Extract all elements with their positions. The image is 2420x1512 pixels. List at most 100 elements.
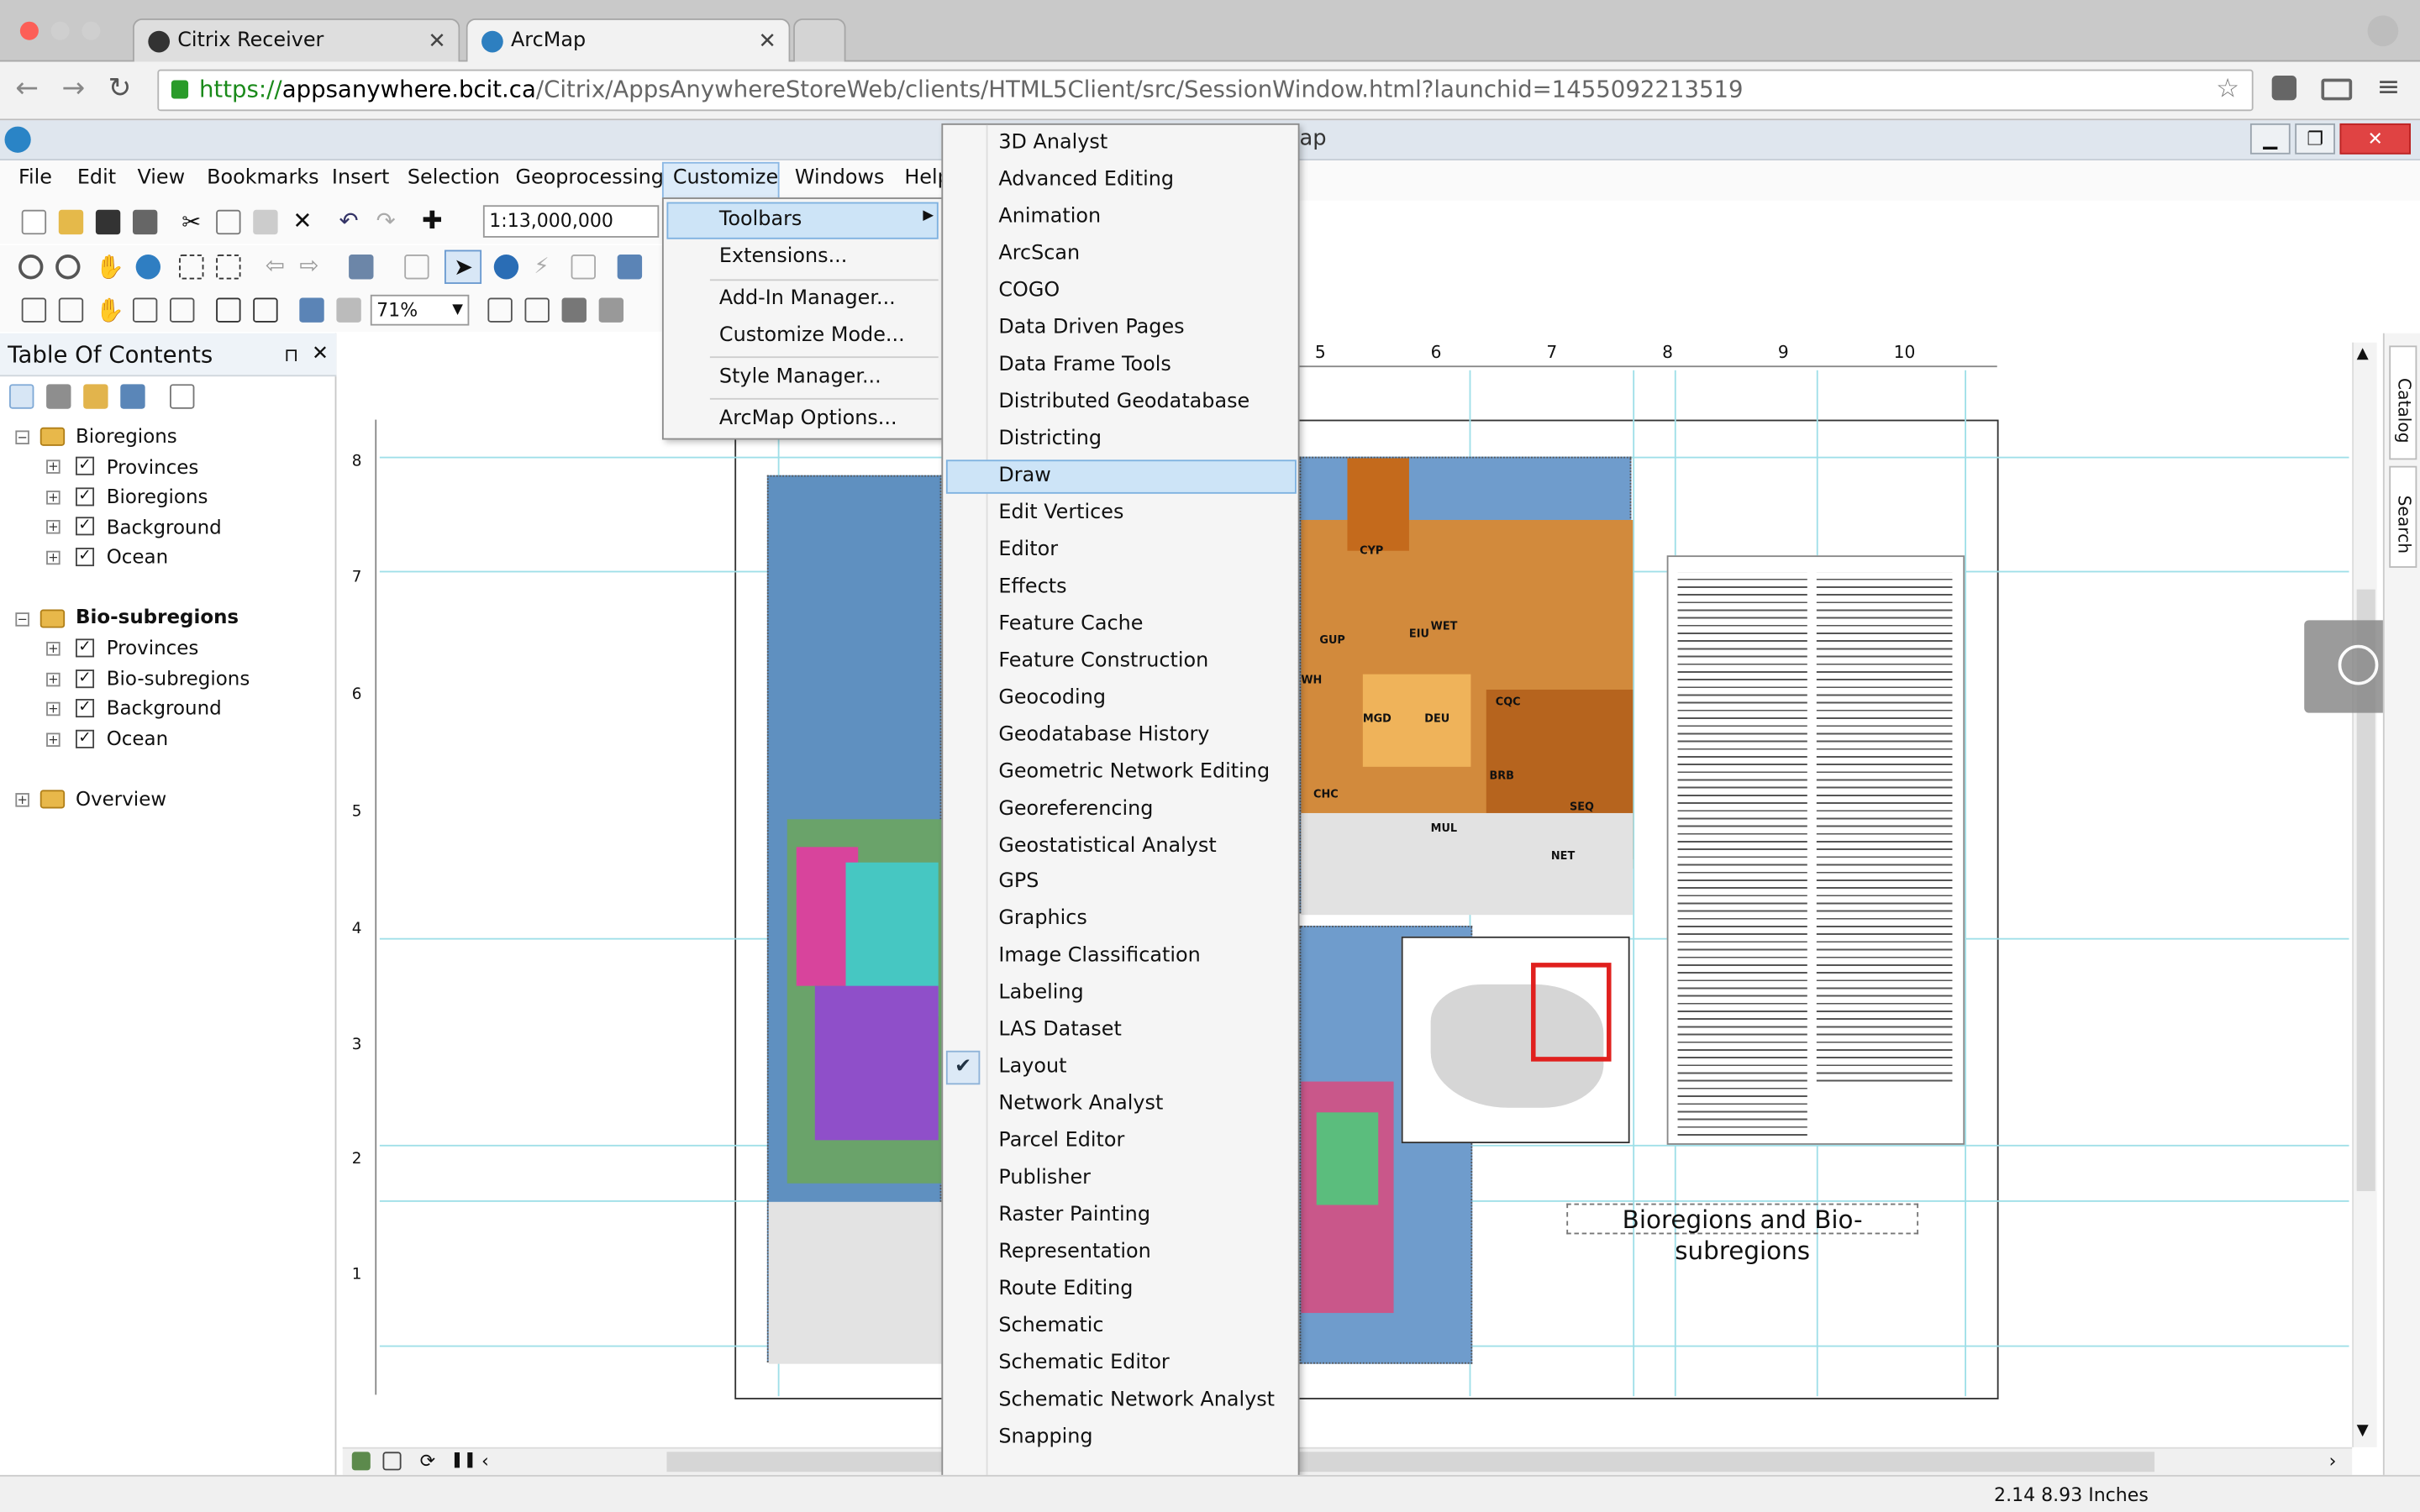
menu-item-editor[interactable]: Editor — [998, 534, 1058, 568]
menu-item-style-manager[interactable]: Style Manager... — [719, 365, 881, 389]
toc-layer[interactable]: Bio-subregions — [107, 665, 250, 693]
profile-icon[interactable] — [2367, 15, 2399, 47]
zoom-percent-select[interactable]: 71% ▼ — [370, 294, 470, 326]
fixed-zoom-out-layout-icon[interactable] — [253, 297, 278, 323]
list-by-visibility-icon[interactable] — [83, 384, 108, 409]
menu-item-route-editing[interactable]: Route Editing — [998, 1273, 1133, 1306]
options-icon[interactable] — [170, 384, 195, 409]
toc-layer[interactable]: Provinces — [107, 634, 199, 662]
expand-icon[interactable]: + — [46, 701, 60, 717]
toc-group-bio-subregions[interactable]: Bio-subregions — [76, 603, 239, 631]
save-icon[interactable] — [95, 209, 121, 235]
minimize-window-button[interactable] — [50, 21, 70, 40]
menu-item-graphics[interactable]: Graphics — [998, 902, 1086, 936]
expand-icon[interactable]: + — [46, 642, 60, 656]
back-extent-icon[interactable]: ⇦ — [266, 253, 290, 277]
collapse-icon[interactable]: − — [15, 612, 29, 627]
hyperlink-icon[interactable]: ⚡ — [534, 255, 559, 279]
map-title[interactable]: Bioregions and Bio-subregions — [1566, 1203, 1919, 1265]
cast-icon[interactable] — [2321, 78, 2353, 101]
zoom-in-icon[interactable] — [18, 255, 44, 280]
expand-icon[interactable]: + — [46, 519, 60, 534]
menu-selection[interactable]: Selection — [408, 166, 500, 190]
menu-insert[interactable]: Insert — [332, 166, 390, 190]
menu-item-representation[interactable]: Representation — [998, 1236, 1150, 1269]
measure-icon[interactable] — [617, 255, 643, 280]
menu-item-3d-analyst[interactable]: 3D Analyst — [998, 127, 1107, 160]
focus-data-frame-icon[interactable] — [524, 297, 550, 323]
layout-pan-icon[interactable]: ✋ — [96, 297, 124, 322]
layer-visibility-checkbox[interactable]: ✓ — [75, 456, 95, 475]
menu-item-geostatistical-analyst[interactable]: Geostatistical Analyst — [998, 830, 1216, 864]
menu-item-edit-vertices[interactable]: Edit Vertices — [998, 496, 1123, 530]
fixed-zoom-in-icon[interactable] — [179, 255, 204, 280]
menu-item-schematic[interactable]: Schematic — [998, 1310, 1103, 1343]
bookmark-star-icon[interactable]: ☆ — [2216, 71, 2239, 109]
menu-item-feature-construction[interactable]: Feature Construction — [998, 645, 1208, 679]
paste-icon[interactable] — [253, 209, 278, 235]
pin-icon[interactable]: ⊓ — [284, 333, 298, 376]
menu-item-raster-painting[interactable]: Raster Painting — [998, 1199, 1150, 1232]
scroll-right-icon[interactable]: › — [2329, 1451, 2354, 1475]
list-by-source-icon[interactable] — [46, 384, 71, 409]
pause-icon[interactable]: ❚❚ — [450, 1451, 476, 1475]
menu-item-layout[interactable]: Layout — [998, 1051, 1066, 1084]
minimize-button[interactable]: ▁ — [2249, 123, 2291, 155]
toc-layer[interactable]: Ocean — [107, 725, 168, 753]
menu-icon[interactable]: ≡ — [2377, 71, 2401, 103]
expand-icon[interactable]: + — [46, 732, 60, 747]
menu-geoprocessing[interactable]: Geoprocessing — [515, 166, 663, 190]
layout-zoom-in-icon[interactable] — [21, 297, 47, 323]
extension-icon[interactable] — [2271, 75, 2297, 101]
menu-item-draw[interactable]: Draw — [998, 459, 1050, 493]
collapse-icon[interactable]: − — [15, 430, 29, 444]
undo-icon[interactable]: ↶ — [336, 208, 360, 233]
delete-icon[interactable]: ✕ — [290, 208, 314, 233]
menu-item-cogo[interactable]: COGO — [998, 275, 1060, 308]
menu-item-districting[interactable]: Districting — [998, 423, 1102, 456]
back-icon[interactable]: ← — [15, 72, 39, 105]
menu-item-arcmap-options[interactable]: ArcMap Options... — [719, 407, 897, 431]
add-data-icon[interactable]: ✚ — [420, 207, 445, 233]
restore-button[interactable]: ❐ — [2295, 123, 2335, 155]
menu-item-toolbars[interactable]: Toolbars — [719, 208, 802, 232]
menu-item-geocoding[interactable]: Geocoding — [998, 682, 1106, 716]
url-bar[interactable]: https://appsanywhere.bcit.ca/Citrix/Apps… — [157, 69, 2254, 112]
close-button[interactable]: ✕ — [2339, 123, 2411, 155]
expand-icon[interactable]: + — [46, 459, 60, 474]
copy-icon[interactable] — [216, 209, 241, 235]
html-popup-icon[interactable] — [571, 255, 596, 280]
menu-windows[interactable]: Windows — [795, 166, 885, 190]
layer-visibility-checkbox[interactable]: ✓ — [75, 699, 95, 718]
menu-item-customize-mode[interactable]: Customize Mode... — [719, 324, 905, 348]
menu-item-effects[interactable]: Effects — [998, 571, 1066, 605]
expand-icon[interactable]: + — [46, 491, 60, 505]
toc-layer[interactable]: Background — [107, 695, 222, 722]
fixed-zoom-in-layout-icon[interactable] — [216, 297, 241, 323]
data-driven-pages-icon[interactable] — [598, 297, 624, 323]
toc-group-overview[interactable]: Overview — [76, 785, 166, 813]
layout-zoom-out-icon[interactable] — [58, 297, 84, 323]
menu-item-image-classification[interactable]: Image Classification — [998, 940, 1200, 974]
overview-inset-map[interactable] — [1401, 936, 1630, 1144]
menu-item-labeling[interactable]: Labeling — [998, 977, 1083, 1011]
menu-customize[interactable]: Customize — [673, 166, 778, 190]
menu-item-advanced-editing[interactable]: Advanced Editing — [998, 164, 1174, 197]
menu-item-add-in-manager[interactable]: Add-In Manager... — [719, 287, 896, 311]
zoom-whole-page-icon[interactable] — [132, 297, 158, 323]
scroll-down-icon[interactable]: ▼ — [2357, 1422, 2369, 1439]
menu-edit[interactable]: Edit — [77, 166, 116, 190]
go-back-extent-icon[interactable] — [299, 297, 324, 323]
tab-arcmap[interactable]: ArcMap ✕ — [466, 18, 791, 62]
menu-item-geometric-network-editing[interactable]: Geometric Network Editing — [998, 756, 1270, 790]
zoom-window-button[interactable] — [82, 21, 101, 40]
toc-layer[interactable]: Bioregions — [107, 483, 208, 511]
menu-item-network-analyst[interactable]: Network Analyst — [998, 1088, 1163, 1121]
clear-selection-icon[interactable] — [404, 255, 429, 280]
close-icon[interactable]: ✕ — [428, 20, 446, 63]
data-frame-queensland[interactable]: CYP GUP EIU WET WH MGD DEU CQC BRB CHC M… — [1299, 456, 1634, 916]
menu-item-extensions[interactable]: Extensions... — [719, 245, 847, 269]
toggle-draft-icon[interactable] — [487, 297, 513, 323]
toc-layer[interactable]: Ocean — [107, 543, 168, 571]
menu-item-data-driven-pages[interactable]: Data Driven Pages — [998, 312, 1184, 345]
